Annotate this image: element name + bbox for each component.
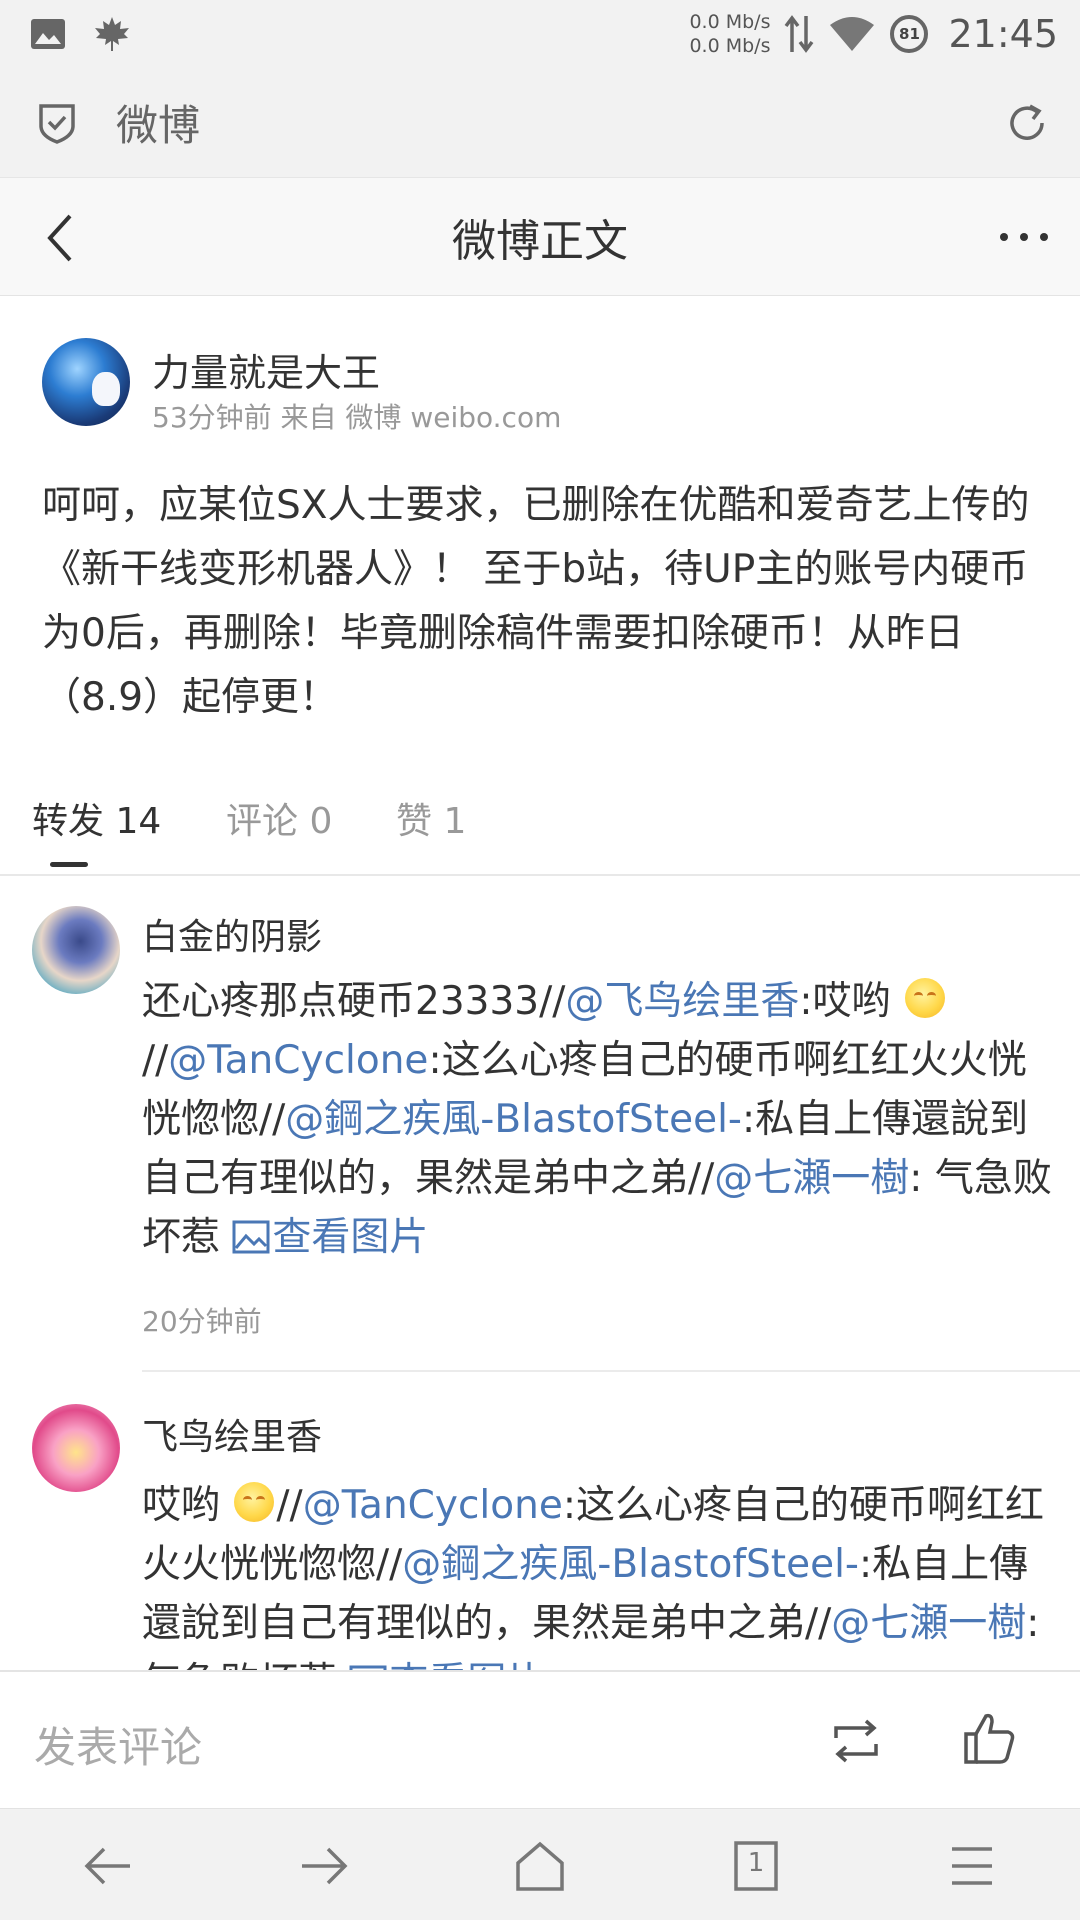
avatar[interactable] [42, 338, 130, 426]
maple-leaf-icon [95, 17, 129, 51]
view-image-label[interactable]: 查看图片 [272, 1215, 428, 1260]
post-author[interactable]: 力量就是大王 [152, 342, 380, 397]
repost-text-segment: 还心疼那点硬币23333// [142, 979, 566, 1024]
page-header: 微博正文 [0, 178, 1080, 296]
post-text: 呵呵，应某位SX人士要求，已删除在优酷和爱奇艺上传的《新干线变形机器人》！ 至于… [42, 483, 1030, 720]
mention-link[interactable]: @七瀬一樹 [714, 1156, 909, 1201]
more-dots-icon[interactable] [994, 214, 1054, 260]
view-image-link[interactable]: 查看图片 [232, 1215, 428, 1260]
tab-comments[interactable]: 评论 0 [226, 792, 332, 844]
tab-count: 1 [747, 1848, 765, 1878]
thumbs-up-icon[interactable] [962, 1710, 1016, 1766]
post-tabs: 转发 14 评论 0 赞 1 [0, 770, 1080, 876]
repost-text-segment: // [276, 1483, 303, 1528]
browser-nav-bar: 1 [0, 1808, 1080, 1920]
repost-text: 还心疼那点硬币23333//@飞鸟绘里香:哎哟 //@TanCyclone:这么… [142, 972, 1052, 1267]
nav-back-icon[interactable] [80, 1839, 136, 1893]
net-up: 0.0 Mb/s [689, 11, 771, 33]
mention-link[interactable]: @鋼之疾風-BlastofSteel- [402, 1542, 859, 1587]
emoji-icon [904, 978, 945, 1018]
menu-icon[interactable] [944, 1839, 1000, 1893]
status-bar: 0.0 Mb/s 0.0 Mb/s 81 21:45 [0, 0, 1080, 68]
avatar[interactable] [32, 1404, 120, 1492]
mention-link[interactable]: @鋼之疾風-BlastofSteel- [285, 1097, 742, 1142]
shield-check-icon[interactable] [38, 102, 76, 144]
clock: 21:45 [948, 12, 1058, 56]
browser-title: 微博 [116, 101, 201, 150]
mention-link[interactable]: @七瀬一樹 [831, 1601, 1026, 1646]
image-icon [31, 19, 65, 49]
repost-time: 20分钟前 [142, 1305, 262, 1338]
back-chevron-icon[interactable] [36, 208, 86, 268]
tab-likes[interactable]: 赞 1 [396, 792, 466, 844]
wifi-icon [830, 17, 875, 51]
repost-icon[interactable] [828, 1716, 884, 1766]
network-speed: 0.0 Mb/s 0.0 Mb/s [689, 10, 770, 58]
refresh-icon[interactable] [1004, 100, 1050, 146]
tabs-icon[interactable]: 1 [728, 1839, 784, 1893]
mention-link[interactable]: @TanCyclone [168, 1038, 428, 1083]
repost-text-segment: :哎哟 [799, 979, 903, 1024]
nav-forward-icon[interactable] [296, 1839, 352, 1893]
battery-indicator: 81 [890, 15, 929, 53]
data-arrows-icon [785, 15, 814, 53]
post-meta: 53分钟前 来自 微博 weibo.com [152, 401, 562, 434]
mention-link[interactable]: @TanCyclone [303, 1483, 563, 1528]
repost-author[interactable]: 飞鸟绘里香 [142, 1408, 322, 1460]
picture-icon [232, 1220, 270, 1254]
divider [142, 1370, 1080, 1372]
avatar[interactable] [32, 906, 120, 994]
tab-reposts[interactable]: 转发 14 [32, 792, 161, 844]
emoji-icon [234, 1482, 275, 1522]
home-icon[interactable] [512, 1839, 568, 1893]
repost-author[interactable]: 白金的阴影 [142, 908, 322, 960]
comment-bar: 发表评论 [0, 1670, 1080, 1808]
tab-indicator [50, 862, 88, 867]
browser-bar: 微博 [0, 68, 1080, 178]
mention-link[interactable]: @飞鸟绘里香 [565, 979, 799, 1024]
repost-text-segment: // [142, 1038, 169, 1083]
net-down: 0.0 Mb/s [689, 35, 771, 57]
comment-input[interactable]: 发表评论 [34, 1714, 202, 1775]
page-title: 微博正文 [452, 215, 628, 267]
repost-text-segment: 哎哟 [142, 1483, 233, 1528]
